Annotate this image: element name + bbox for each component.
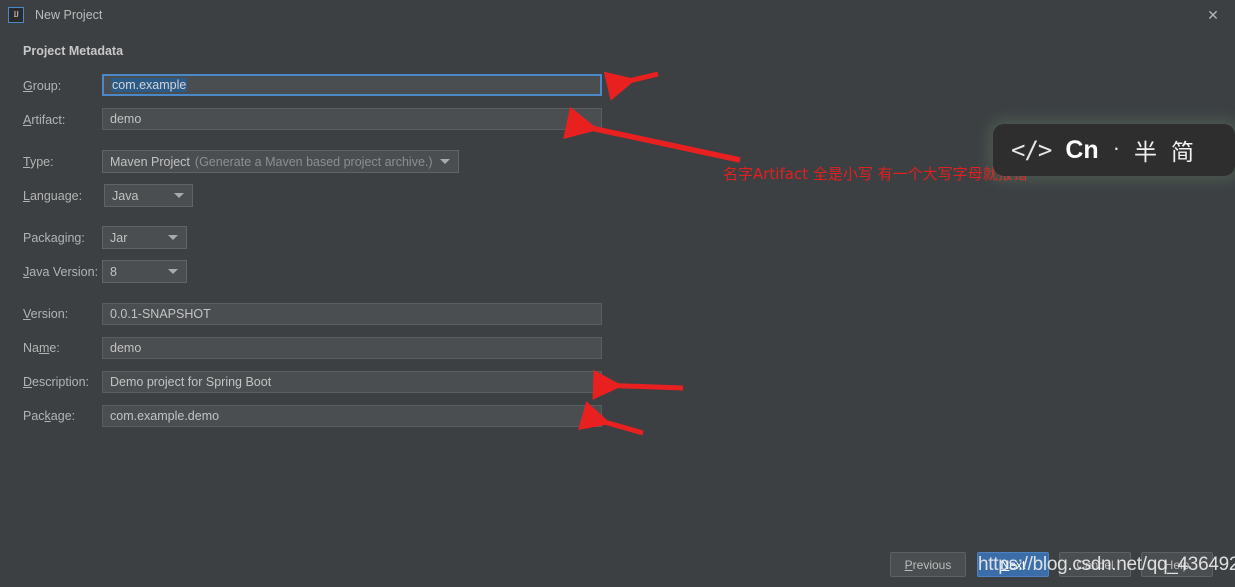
annotation-note: 名字Artifact 全是小写 有一个大写字母就报错 — [723, 165, 1028, 183]
type-combobox-hint: (Generate a Maven based project archive.… — [194, 154, 433, 169]
chevron-down-icon[interactable] — [174, 193, 184, 198]
type-combobox-value: Maven Project — [110, 154, 190, 169]
name-label-b: e: — [49, 341, 60, 355]
arrow-to-description — [592, 369, 684, 400]
description-label-rest: escription: — [32, 375, 90, 389]
package-label-a: Pac — [23, 409, 45, 423]
artifact-label-rest: rtifact: — [31, 113, 66, 127]
previous-button-label: Previous — [904, 557, 952, 572]
name-input[interactable]: demo — [102, 337, 602, 359]
packaging-label-b: ing: — [64, 231, 85, 245]
package-label: Package: — [23, 409, 76, 423]
window-title: New Project — [35, 8, 103, 22]
description-input-value: Demo project for Spring Boot — [110, 375, 272, 389]
group-input[interactable]: com.example — [102, 74, 602, 96]
artifact-input[interactable]: demo — [102, 108, 602, 130]
package-input[interactable]: com.example.demo — [102, 405, 602, 427]
chevron-down-icon[interactable] — [168, 235, 178, 240]
chevron-down-icon[interactable] — [440, 159, 450, 164]
group-input-value: com.example — [111, 78, 188, 92]
packaging-label: Packaging: — [23, 231, 85, 245]
page-title: Project Metadata — [23, 44, 124, 58]
name-label-a: Na — [23, 341, 39, 355]
ime-width-mode[interactable]: 半 — [1134, 133, 1157, 167]
type-label: Type: — [23, 155, 54, 169]
description-label: Description: — [23, 375, 90, 389]
intellij-idea-icon: IJ — [8, 7, 24, 23]
close-icon[interactable]: ✕ — [1203, 6, 1223, 26]
artifact-input-value: demo — [110, 112, 142, 126]
language-combobox[interactable]: Java — [104, 184, 193, 207]
packaging-combobox[interactable]: Jar — [102, 226, 187, 249]
version-input-value: 0.0.1-SNAPSHOT — [110, 307, 211, 321]
ime-language-indicator[interactable]: Cn — [1065, 136, 1098, 165]
type-combobox[interactable]: Maven Project (Generate a Maven based pr… — [102, 150, 459, 173]
chevron-down-icon[interactable] — [168, 269, 178, 274]
artifact-label: Artifact: — [23, 113, 66, 127]
language-label-rest: anguage: — [29, 189, 83, 203]
watermark-text: https://blog.csdn.net/qq_43649223 — [978, 554, 1235, 575]
group-label-rest: roup: — [32, 79, 62, 93]
java-version-label: Java Version: — [23, 265, 99, 279]
group-label: Group: — [23, 79, 62, 93]
java-version-label-rest: ava Version: — [29, 265, 99, 279]
language-combobox-value: Java — [112, 188, 139, 203]
type-label-rest: ype: — [29, 155, 54, 169]
ime-separator-dot: · — [1112, 135, 1121, 160]
arrow-to-group — [603, 71, 659, 101]
java-version-combobox[interactable]: 8 — [102, 260, 187, 283]
name-input-value: demo — [110, 341, 142, 355]
description-input[interactable]: Demo project for Spring Boot — [102, 371, 602, 393]
ime-status-overlay: </> Cn · 半 简 — [993, 124, 1235, 176]
packaging-label-a: Packa — [23, 231, 58, 245]
packaging-combobox-value: Jar — [110, 230, 128, 245]
version-input[interactable]: 0.0.1-SNAPSHOT — [102, 303, 602, 325]
version-label: Version: — [23, 307, 69, 321]
window-titlebar: IJ New Project — [0, 0, 1235, 30]
ime-script-mode[interactable]: 简 — [1171, 133, 1194, 167]
previous-button[interactable]: Previous — [890, 552, 966, 577]
version-label-rest: ersion: — [30, 307, 69, 321]
name-label: Name: — [23, 341, 60, 355]
package-label-b: age: — [50, 409, 76, 423]
code-brackets-icon[interactable]: </> — [1011, 136, 1052, 164]
package-input-value: com.example.demo — [110, 409, 220, 423]
language-label: Language: — [23, 189, 83, 203]
java-version-combobox-value: 8 — [110, 264, 117, 279]
intellij-idea-icon-glyph: IJ — [13, 10, 19, 19]
